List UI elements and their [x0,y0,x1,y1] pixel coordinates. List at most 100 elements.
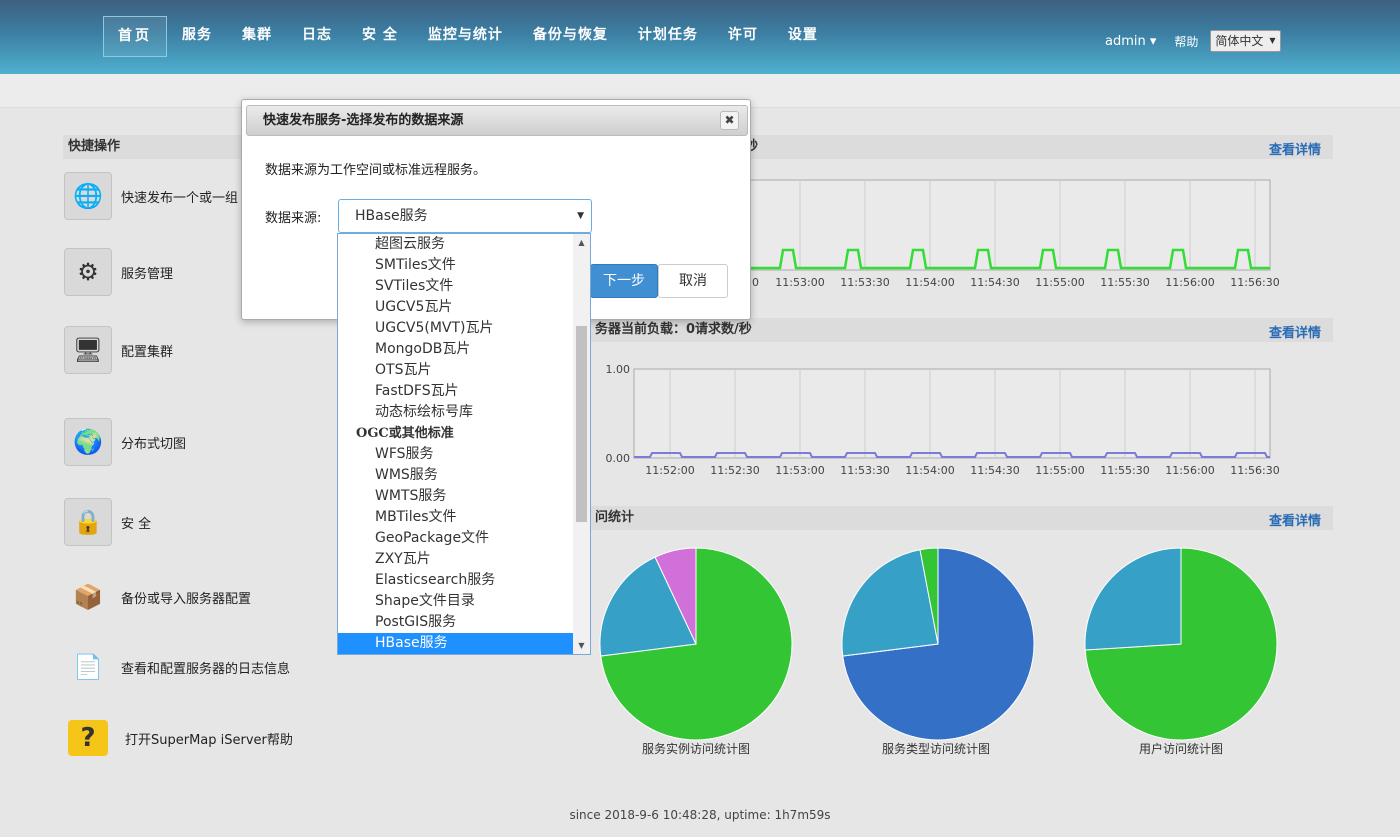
quick-op-label[interactable]: 服务管理 [121,263,173,282]
dropdown-scrollbar[interactable]: ▲ ▼ [573,234,590,654]
y-tick-label: 0.00 [606,452,631,465]
dropdown-options: 超图云服务 SMTiles文件 SVTiles文件 UGCV5瓦片 UGCV5(MVT)… [338,234,574,654]
dropdown-option[interactable]: Shape文件目录 [338,591,574,612]
quick-op-2[interactable]: 🖥 配置集群 [64,326,173,374]
load-line-chart: 11:52:00 11:52:30 11:53:00 11:53:30 11:54:00… [606,363,1280,477]
language-select[interactable]: 简体中文 ▼ [1210,30,1281,52]
top-right-controls: admin ▾ 帮助 简体中文 ▼ [1105,30,1281,52]
quick-op-1[interactable]: ⚙ 服务管理 [64,248,173,296]
quick-op-5[interactable]: 📦 备份或导入服务器配置 [64,573,251,621]
language-value: 简体中文 [1215,34,1264,48]
pie-slice [1084,547,1182,651]
quick-op-4[interactable]: 🔒 安 全 [64,498,151,546]
dropdown-option[interactable]: ZXY瓦片 [338,549,574,570]
quick-op-7[interactable]: ? 打开SuperMap iServer帮助 [64,720,293,756]
nav-item-8[interactable]: 许可 [713,16,773,57]
main-nav: 首页 服务 集群 日志安 全监控与统计 备份与恢复 计划任务 许可 设置 [103,16,833,57]
scroll-up-icon[interactable]: ▲ [573,234,590,251]
nav-item-7[interactable]: 计划任务 [623,16,713,57]
dropdown-option[interactable]: HBase服务 [338,633,574,654]
x-tick-label: 11:53:30 [840,464,889,477]
user-access-pie-chart [1084,547,1278,741]
gear-window-icon[interactable]: ⚙ [64,248,112,296]
x-tick-label: 11:55:30 [1100,276,1149,289]
nav-item-0[interactable]: 首页 [103,16,167,57]
nav-item-6[interactable]: 备份与恢复 [518,16,623,57]
globe-cursor-icon[interactable]: 🌐 [64,172,112,220]
data-source-selected-value: HBase服务 [355,208,428,224]
dropdown-option[interactable]: UGCV5(MVT)瓦片 [338,318,574,339]
scroll-down-icon[interactable]: ▼ [573,637,590,654]
dropdown-option[interactable]: 超图云服务 [338,234,574,255]
throughput-line-chart: 30 11:53:00 11:53:30 11:54:00 11:54:30 11:55:… [740,179,1280,289]
dropdown-option[interactable]: OTS瓦片 [338,360,574,381]
globe-grid-icon[interactable]: 🌍 [64,418,112,466]
dropdown-option[interactable]: WMS服务 [338,465,574,486]
user-menu[interactable]: admin ▾ [1105,34,1156,49]
backup-icon[interactable]: 📦 [64,573,112,621]
quick-op-label[interactable]: 快速发布一个或一组 [121,187,238,206]
cancel-button[interactable]: 取消 [658,264,728,298]
data-source-label: 数据来源: [265,211,322,226]
dialog-title-text: 快速发布服务-选择发布的数据来源 [263,113,464,128]
help-folder-icon[interactable]: ? [68,720,108,756]
x-tick-label: 11:56:30 [1230,276,1279,289]
data-source-dropdown[interactable]: 超图云服务 SMTiles文件 SVTiles文件 UGCV5瓦片 UGCV5(MVT)… [337,233,591,655]
quick-op-label[interactable]: 安 全 [121,513,151,532]
panel-header-throughput: 秒 [740,135,1333,159]
quick-op-3[interactable]: 🌍 分布式切图 [64,418,186,466]
dropdown-option[interactable]: 动态标绘标号库 [338,402,574,423]
pie-caption-service-type: 服务类型访问统计图 [881,742,990,756]
x-tick-label: 11:56:00 [1165,464,1214,477]
help-link[interactable]: 帮助 [1174,33,1198,50]
lock-icon[interactable]: 🔒 [64,498,112,546]
dropdown-option[interactable]: SMTiles文件 [338,255,574,276]
nav-item-1[interactable]: 服务 [167,16,227,57]
panel-header-load: 务器当前负载：0请求数/秒 [590,318,1333,342]
pie-caption-instance: 服务实例访问统计图 [641,742,750,756]
x-tick-label: 11:54:00 [905,276,954,289]
view-details-link-2[interactable]: 查看详情 [1269,322,1321,341]
quick-op-6[interactable]: 📄 查看和配置服务器的日志信息 [64,643,290,691]
close-icon[interactable]: ✖ [720,111,739,130]
panel-header-access-stats: 问统计 [590,506,1333,530]
dropdown-option[interactable]: FastDFS瓦片 [338,381,574,402]
nav-item-9[interactable]: 设置 [773,16,833,57]
nav-item-4[interactable]: 安 全 [347,16,413,57]
dropdown-option[interactable]: UGCV5瓦片 [338,297,574,318]
service-type-pie-chart [841,547,1035,741]
dropdown-option[interactable]: WMTS服务 [338,486,574,507]
x-tick-label: 11:53:00 [775,276,824,289]
view-details-link-3[interactable]: 查看详情 [1269,510,1321,529]
quick-op-label[interactable]: 备份或导入服务器配置 [121,588,251,607]
dropdown-option[interactable]: SVTiles文件 [338,276,574,297]
nav-item-3[interactable]: 日志 [287,16,347,57]
view-details-link-1[interactable]: 查看详情 [1269,139,1321,158]
next-button[interactable]: 下一步 [590,264,658,298]
dialog-title: 快速发布服务-选择发布的数据来源 ✖ [246,105,748,136]
pie-caption-user: 用户访问统计图 [1138,742,1223,756]
scrollbar-thumb[interactable] [576,326,587,522]
x-tick-label: 11:54:30 [970,276,1019,289]
computer-cluster-icon[interactable]: 🖥 [64,326,112,374]
dropdown-option[interactable]: MongoDB瓦片 [338,339,574,360]
x-tick-label: 11:56:00 [1165,276,1214,289]
dropdown-option[interactable]: GeoPackage文件 [338,528,574,549]
dropdown-option[interactable]: Elasticsearch服务 [338,570,574,591]
quick-op-label[interactable]: 打开SuperMap iServer帮助 [125,729,293,748]
quick-op-0[interactable]: 🌐 快速发布一个或一组 [64,172,238,220]
dropdown-option[interactable]: MBTiles文件 [338,507,574,528]
quick-op-label[interactable]: 配置集群 [121,341,173,360]
nav-item-2[interactable]: 集群 [227,16,287,57]
log-document-icon[interactable]: 📄 [64,643,112,691]
dropdown-option[interactable]: WFS服务 [338,444,574,465]
nav-item-5[interactable]: 监控与统计 [413,16,518,57]
chevron-down-icon: ▼ [1269,36,1276,45]
quick-op-label[interactable]: 分布式切图 [121,433,186,452]
quick-op-label[interactable]: 查看和配置服务器的日志信息 [121,658,290,677]
quick-ops-header: 快捷操作 [63,135,243,159]
x-tick-label: 11:56:30 [1230,464,1279,477]
data-source-select[interactable]: HBase服务 ▼ [338,199,592,233]
x-tick-label: 11:55:30 [1100,464,1149,477]
dropdown-option[interactable]: PostGIS服务 [338,612,574,633]
